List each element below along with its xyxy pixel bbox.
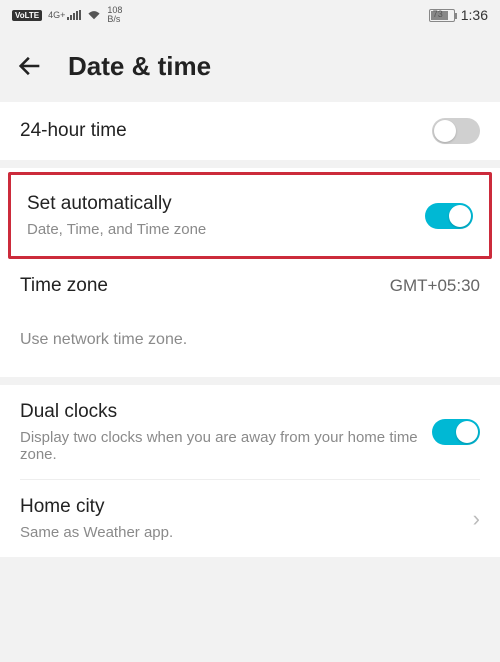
label-home-city: Home city xyxy=(20,496,463,518)
label-time-zone: Time zone xyxy=(20,275,390,297)
row-home-city[interactable]: Home city Same as Weather app. › xyxy=(0,480,500,557)
toggle-set-automatically[interactable] xyxy=(425,203,473,229)
highlight-set-automatically: Set automatically Date, Time, and Time z… xyxy=(8,172,492,259)
battery-icon: 73 xyxy=(429,9,455,22)
toggle-24-hour[interactable] xyxy=(432,118,480,144)
sub-set-automatically: Date, Time, and Time zone xyxy=(27,221,425,238)
label-set-automatically: Set automatically xyxy=(27,193,425,215)
hint-time-zone: Use network time zone. xyxy=(0,313,500,373)
sub-home-city: Same as Weather app. xyxy=(20,524,463,541)
status-bar: VoLTE 4G+ 108 B/s 73 1:36 xyxy=(0,0,500,30)
wifi-icon xyxy=(87,10,101,20)
signal-icon xyxy=(67,10,81,20)
sub-dual-clocks: Display two clocks when you are away fro… xyxy=(20,429,432,463)
title-bar: Date & time xyxy=(0,30,500,102)
battery-percent: 73 xyxy=(433,9,443,19)
row-time-zone[interactable]: Time zone GMT+05:30 xyxy=(0,259,500,313)
network-indicator: 4G+ xyxy=(48,10,81,20)
value-time-zone: GMT+05:30 xyxy=(390,276,480,296)
label-24-hour: 24-hour time xyxy=(20,120,432,142)
chevron-right-icon: › xyxy=(473,506,480,532)
page-title: Date & time xyxy=(68,51,211,82)
label-dual-clocks: Dual clocks xyxy=(20,401,432,423)
network-type: 4G+ xyxy=(48,11,65,20)
back-icon[interactable] xyxy=(16,52,44,80)
row-dual-clocks[interactable]: Dual clocks Display two clocks when you … xyxy=(0,385,500,479)
network-speed: 108 B/s xyxy=(107,6,122,24)
row-24-hour-time[interactable]: 24-hour time xyxy=(0,102,500,160)
toggle-dual-clocks[interactable] xyxy=(432,419,480,445)
clock: 1:36 xyxy=(461,7,488,23)
volte-badge: VoLTE xyxy=(12,10,42,21)
row-set-automatically[interactable]: Set automatically Date, Time, and Time z… xyxy=(11,175,489,256)
